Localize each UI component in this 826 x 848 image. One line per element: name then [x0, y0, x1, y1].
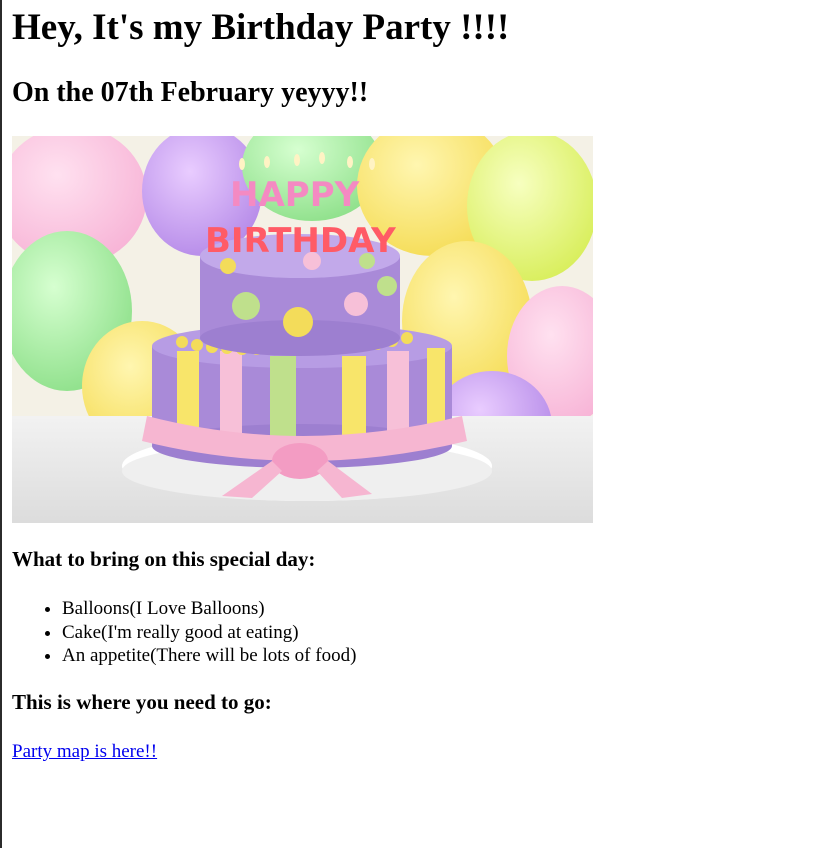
page-title: Hey, It's my Birthday Party !!!!: [12, 7, 510, 48]
birthday-cake-image: HAPPY BIRTHDAY: [12, 136, 593, 523]
list-item: Cake(I'm really good at eating): [62, 621, 356, 645]
party-map-link[interactable]: Party map is here!!: [12, 740, 157, 764]
page-content: Hey, It's my Birthday Party !!!! On the …: [12, 0, 812, 762]
bring-heading: What to bring on this special day:: [12, 547, 316, 571]
window-left-border: [0, 0, 2, 848]
page-subtitle: On the 07th February yeyyy!!: [12, 77, 369, 108]
cake-topper-text: HAPPY: [230, 175, 360, 215]
list-item: An appetite(There will be lots of food): [62, 644, 356, 668]
list-item: Balloons(I Love Balloons): [62, 597, 356, 621]
bring-list: Balloons(I Love Balloons) Cake(I'm reall…: [12, 597, 356, 668]
cake-topper-text: BIRTHDAY: [205, 221, 396, 261]
location-heading: This is where you need to go:: [12, 690, 272, 714]
